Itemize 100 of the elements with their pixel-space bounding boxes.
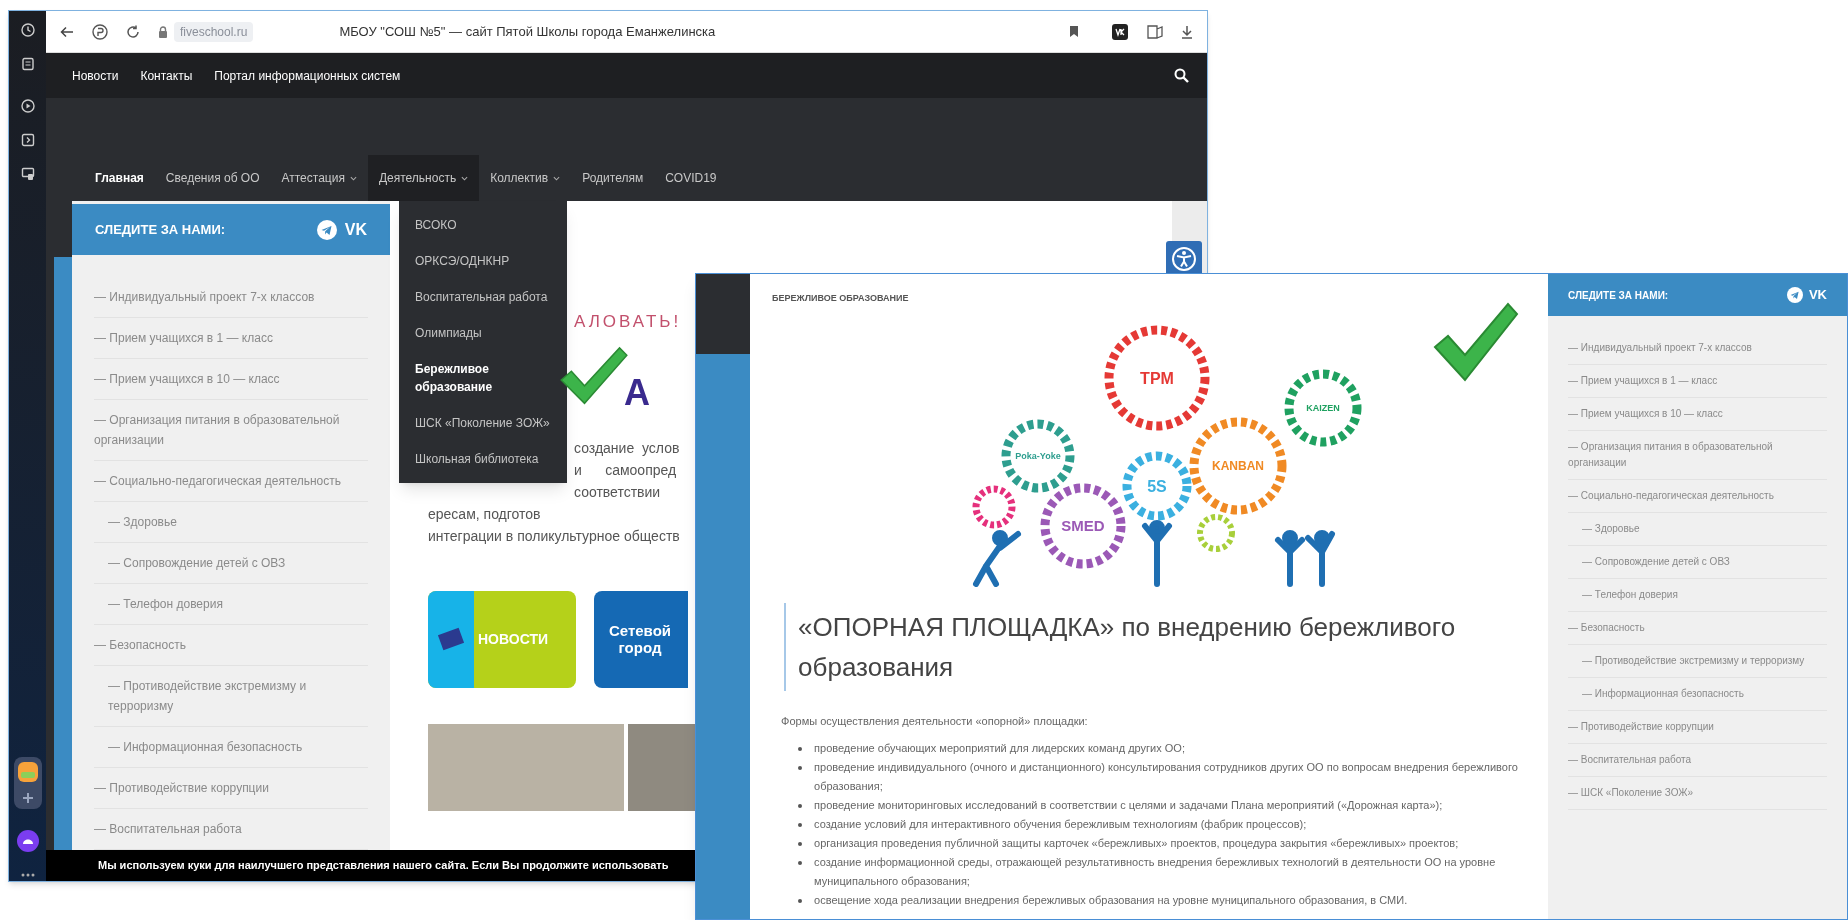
paragraph-line: и самоопред bbox=[574, 460, 677, 480]
bullet-icon bbox=[798, 747, 803, 751]
cookie-notice: Мы используем куки для наилучшего представления нашего сайта. Если Вы продолжите использовать bbox=[98, 858, 669, 874]
telegram-icon[interactable] bbox=[1786, 287, 1803, 303]
download-icon[interactable] bbox=[1181, 24, 1193, 39]
sidebar-link[interactable]: — Организация питания в образовательной организации bbox=[94, 400, 368, 461]
dropdown-item[interactable]: ВСОКО bbox=[415, 207, 457, 243]
vk-logo[interactable]: VK bbox=[344, 217, 367, 242]
mail-app-icon[interactable] bbox=[16, 761, 39, 783]
sidebar-link[interactable]: — Прием учащихся в 1 — класс bbox=[94, 318, 368, 359]
news-banner[interactable]: НОВОСТИ bbox=[428, 590, 576, 688]
bullet-icon bbox=[798, 861, 803, 865]
gear-label: KAIZEN bbox=[1306, 402, 1340, 413]
device-icon[interactable] bbox=[20, 167, 35, 181]
bullet-icon bbox=[798, 766, 803, 770]
sidebar-link[interactable]: — Безопасность bbox=[1568, 612, 1827, 645]
sidebar-link[interactable]: — Здоровье bbox=[94, 502, 368, 543]
bullet-icon bbox=[798, 804, 803, 808]
sidebar-link[interactable]: — Прием учащихся в 10 — класс bbox=[94, 359, 368, 400]
sidebar-link[interactable]: — Организация питания в образовательной организации bbox=[1568, 431, 1827, 480]
sidebar-link[interactable]: — ШСК «Поколение ЗОЖ» bbox=[1568, 777, 1827, 810]
page-title: МБОУ "СОШ №5" — сайт Пятой Школы города Еманжелинска bbox=[339, 22, 716, 41]
sidebar-link[interactable]: — Здоровье bbox=[1568, 513, 1827, 546]
bullet-text: проведение индивидуального (очного и дистанционного) консультирования сотрудников других ОО по вопросам внедрения бережливого образования; bbox=[814, 760, 1519, 794]
vk-logo[interactable]: VK bbox=[1808, 285, 1827, 305]
sidebar-link[interactable]: — Социально-педагогическая деятельность bbox=[1568, 480, 1827, 513]
sidebar-link[interactable]: — Прием учащихся в 10 — класс bbox=[1568, 398, 1827, 431]
more-icon[interactable] bbox=[20, 873, 35, 877]
paragraph-line: ересам, подготов bbox=[428, 504, 541, 524]
nav-link[interactable]: Новости bbox=[72, 66, 119, 85]
menu-item[interactable]: COVID19 bbox=[654, 155, 728, 201]
gear-label: TPM bbox=[1140, 369, 1174, 387]
follow-us-title: СЛЕДИТЕ ЗА НАМИ: bbox=[95, 220, 226, 239]
bullet-icon bbox=[798, 842, 803, 846]
bullet-text: создание информационной среды, отражающей результативность внедрения бережливых технологий в деятельности ОО на уровне муниципального образования; bbox=[814, 855, 1497, 889]
nav-link[interactable]: Контакты bbox=[140, 66, 193, 85]
assistant-icon[interactable] bbox=[15, 829, 40, 853]
menu-item[interactable]: Главная bbox=[84, 155, 155, 201]
sidebar-link[interactable]: — Телефон доверия bbox=[94, 584, 368, 625]
sidebar-link[interactable]: — Информационная безопасность bbox=[1568, 678, 1827, 711]
search-icon[interactable] bbox=[1174, 68, 1189, 83]
menu-item[interactable]: Коллектив bbox=[479, 155, 572, 201]
menu-item[interactable]: Родителям bbox=[571, 155, 655, 201]
sidebar-link[interactable]: — Прием учащихся в 1 — класс bbox=[1568, 365, 1827, 398]
bullet-text: проведение обучающих мероприятий для лидерских команд других ОО; bbox=[814, 741, 1185, 756]
play-icon[interactable] bbox=[20, 99, 35, 113]
menu-item[interactable]: Сведения об ОО bbox=[154, 155, 271, 201]
sidebar-link[interactable]: — Безопасность bbox=[94, 625, 368, 666]
bookmark-icon[interactable] bbox=[1069, 25, 1079, 38]
telegram-icon[interactable] bbox=[316, 219, 337, 240]
notes-icon[interactable] bbox=[20, 57, 35, 71]
dropdown-item[interactable]: Воспитательная работа bbox=[415, 279, 548, 315]
reader-icon[interactable] bbox=[1147, 23, 1163, 40]
sidebar-link[interactable]: — Сопровождение детей с ОВЗ bbox=[94, 543, 368, 584]
dropdown-item[interactable]: Школьная библиотека bbox=[415, 441, 539, 477]
sidebar-link[interactable]: — Социально-педагогическая деятельность bbox=[94, 461, 368, 502]
back-arrow-icon[interactable] bbox=[60, 25, 74, 38]
article-heading: «ОПОРНАЯ ПЛОЩАДКА» по внедрению бережливого образования bbox=[798, 610, 1457, 684]
gear-label: Poka-Yoke bbox=[1015, 450, 1061, 461]
check-mark-icon bbox=[1432, 301, 1521, 384]
paragraph-line: создание услов bbox=[574, 438, 680, 458]
sidebar-link[interactable]: — Индивидуальный проект 7-х классов bbox=[1568, 332, 1827, 365]
sidebar-link[interactable]: — Противодействие экстремизму и терроризму bbox=[94, 666, 368, 727]
paragraph-line: интеграции в поликультурное обществ bbox=[428, 526, 680, 546]
clock-icon[interactable] bbox=[20, 23, 35, 37]
dropdown-item[interactable]: ШСК «Поколение ЗОЖ» bbox=[415, 405, 550, 441]
banner-text: Сетевой город bbox=[607, 622, 673, 656]
bullet-text: создание условий для интерактивного обучения бережливым технологиям (фабрик процессов); bbox=[814, 817, 1307, 832]
shield-icon[interactable] bbox=[92, 23, 108, 40]
panel-icon[interactable] bbox=[20, 133, 35, 147]
sidebar-link[interactable]: — Противодействие коррупции bbox=[1568, 711, 1827, 744]
dropdown-item[interactable]: ОРКСЭ/ОДНКНР bbox=[415, 243, 510, 279]
sidebar-link[interactable]: — Воспитательная работа bbox=[1568, 744, 1827, 777]
bullet-text: организация проведения публичной защиты карточек «бережливых» проектов, процедура закрытия «бережливых» проектов; bbox=[814, 836, 1459, 851]
menu-item[interactable]: Аттестация bbox=[270, 155, 368, 201]
gear-label: KANBAN bbox=[1212, 458, 1265, 473]
bullet-text: освещение хода реализации внедрения бережливых образования на уровне муниципального образования, в СМИ. bbox=[814, 893, 1408, 908]
sidebar-link[interactable]: — Противодействие коррупции bbox=[94, 768, 368, 809]
bullet-icon bbox=[798, 899, 803, 903]
menu-item[interactable]: Деятельность bbox=[367, 155, 480, 201]
intro-text: Формы осуществления деятельности «опорной» площадки: bbox=[781, 713, 1089, 729]
url-field[interactable]: fiveschool.ru bbox=[174, 21, 254, 42]
gear-label: SMED bbox=[1061, 516, 1105, 534]
sidebar-link[interactable]: — Телефон доверия bbox=[1568, 579, 1827, 612]
gear-label: 5S bbox=[1147, 477, 1167, 495]
sidebar-link[interactable]: — Информационная безопасность bbox=[94, 727, 368, 768]
dropdown-item[interactable]: Олимпиады bbox=[415, 315, 482, 351]
reload-icon[interactable] bbox=[126, 24, 140, 39]
nav-link[interactable]: Портал информационных систем bbox=[214, 66, 401, 85]
sidebar-link[interactable]: — Сопровождение детей с ОВЗ bbox=[1568, 546, 1827, 579]
network-city-banner[interactable]: Сетевой город bbox=[594, 590, 688, 688]
lock-icon bbox=[158, 25, 168, 38]
sidebar-link[interactable]: — Индивидуальный проект 7-х классов bbox=[94, 277, 368, 318]
bullet-text: проведение мониторинговых исследований в соответствии с целями и задачами Плана мероприятий («Дорожная карта»); bbox=[814, 798, 1443, 813]
title-letter: А bbox=[624, 374, 650, 411]
sidebar-link[interactable]: — Противодействие экстремизму и терроризму bbox=[1568, 645, 1827, 678]
dropdown-item[interactable]: Бережливое образование bbox=[415, 351, 551, 405]
extension-icon[interactable] bbox=[1111, 22, 1129, 41]
paragraph-line: соответствии bbox=[574, 482, 661, 502]
plus-icon[interactable] bbox=[20, 791, 35, 805]
